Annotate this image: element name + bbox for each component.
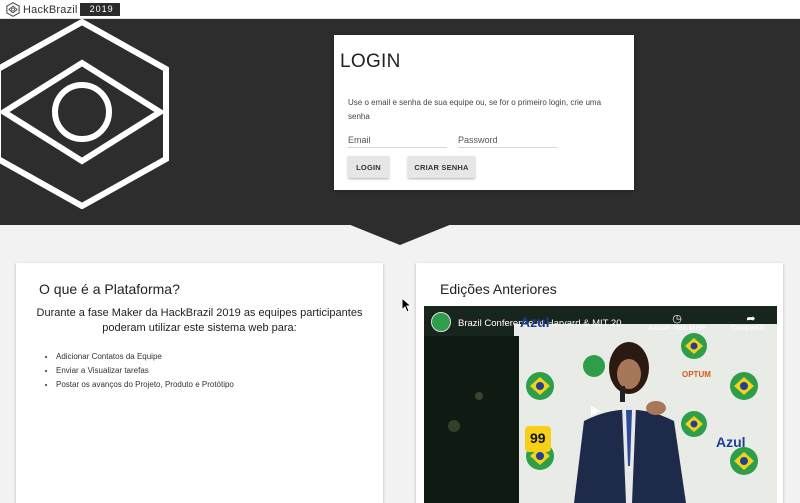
hexagon-logo-icon xyxy=(6,2,20,17)
video-player[interactable]: Brazil Conference at Harvard & MIT 20...… xyxy=(424,306,777,503)
platform-text: Durante a fase Maker da HackBrazil 2019 … xyxy=(36,307,363,334)
watch-later-label: Assistir mais tarde xyxy=(648,325,706,332)
create-password-button[interactable]: CRIAR SENHA xyxy=(408,156,475,178)
platform-title: O que é a Plataforma? xyxy=(39,281,180,297)
play-icon[interactable] xyxy=(584,404,606,418)
list-item: Postar os avanços do Projeto, Produto e … xyxy=(45,378,234,392)
email-field[interactable] xyxy=(348,132,447,148)
watch-later-button[interactable]: ◷ Assistir mais tarde xyxy=(642,313,712,332)
editions-card: Edições Anteriores Brazil Conference at … xyxy=(416,263,783,503)
brand-name: HackBrazil xyxy=(23,3,78,16)
list-item: Adicionar Contatos da Equipe xyxy=(45,350,234,364)
login-description: Use o email e senha de sua equipe ou, se… xyxy=(348,98,602,121)
editions-title: Edições Anteriores xyxy=(440,281,557,297)
sign-99: 99 xyxy=(530,430,546,446)
video-title[interactable]: Brazil Conference at Harvard & MIT 20... xyxy=(458,318,643,329)
brand-year: 2019 xyxy=(79,3,120,16)
login-title: LOGIN xyxy=(340,51,401,72)
clock-icon: ◷ xyxy=(672,313,682,325)
password-field[interactable] xyxy=(458,132,557,148)
share-button[interactable]: ➦ Compartilh... xyxy=(730,313,772,332)
sign-optum: OPTUM xyxy=(682,370,711,379)
share-label: Compartilh... xyxy=(731,325,771,332)
list-item: Enviar a Visualizar tarefas xyxy=(45,364,234,378)
login-button[interactable]: LOGIN xyxy=(348,156,389,178)
sign-azul-2: Azul xyxy=(716,434,746,450)
channel-avatar[interactable] xyxy=(431,312,451,332)
mouse-cursor-icon xyxy=(401,297,413,313)
top-bar: HackBrazil 2019 xyxy=(0,0,800,19)
brand-logo[interactable]: HackBrazil 2019 xyxy=(6,2,120,17)
platform-card: O que é a Plataforma? Durante a fase Mak… xyxy=(16,263,383,503)
share-icon: ➦ xyxy=(746,313,756,325)
platform-feature-list: Adicionar Contatos da Equipe Enviar a Vi… xyxy=(45,350,234,392)
login-card: LOGIN Use o email e senha de sua equipe … xyxy=(334,35,634,190)
hero-pointer xyxy=(348,224,452,245)
hackbrazil-emblem-icon xyxy=(0,19,169,209)
sign-azul: Azul xyxy=(520,314,550,330)
